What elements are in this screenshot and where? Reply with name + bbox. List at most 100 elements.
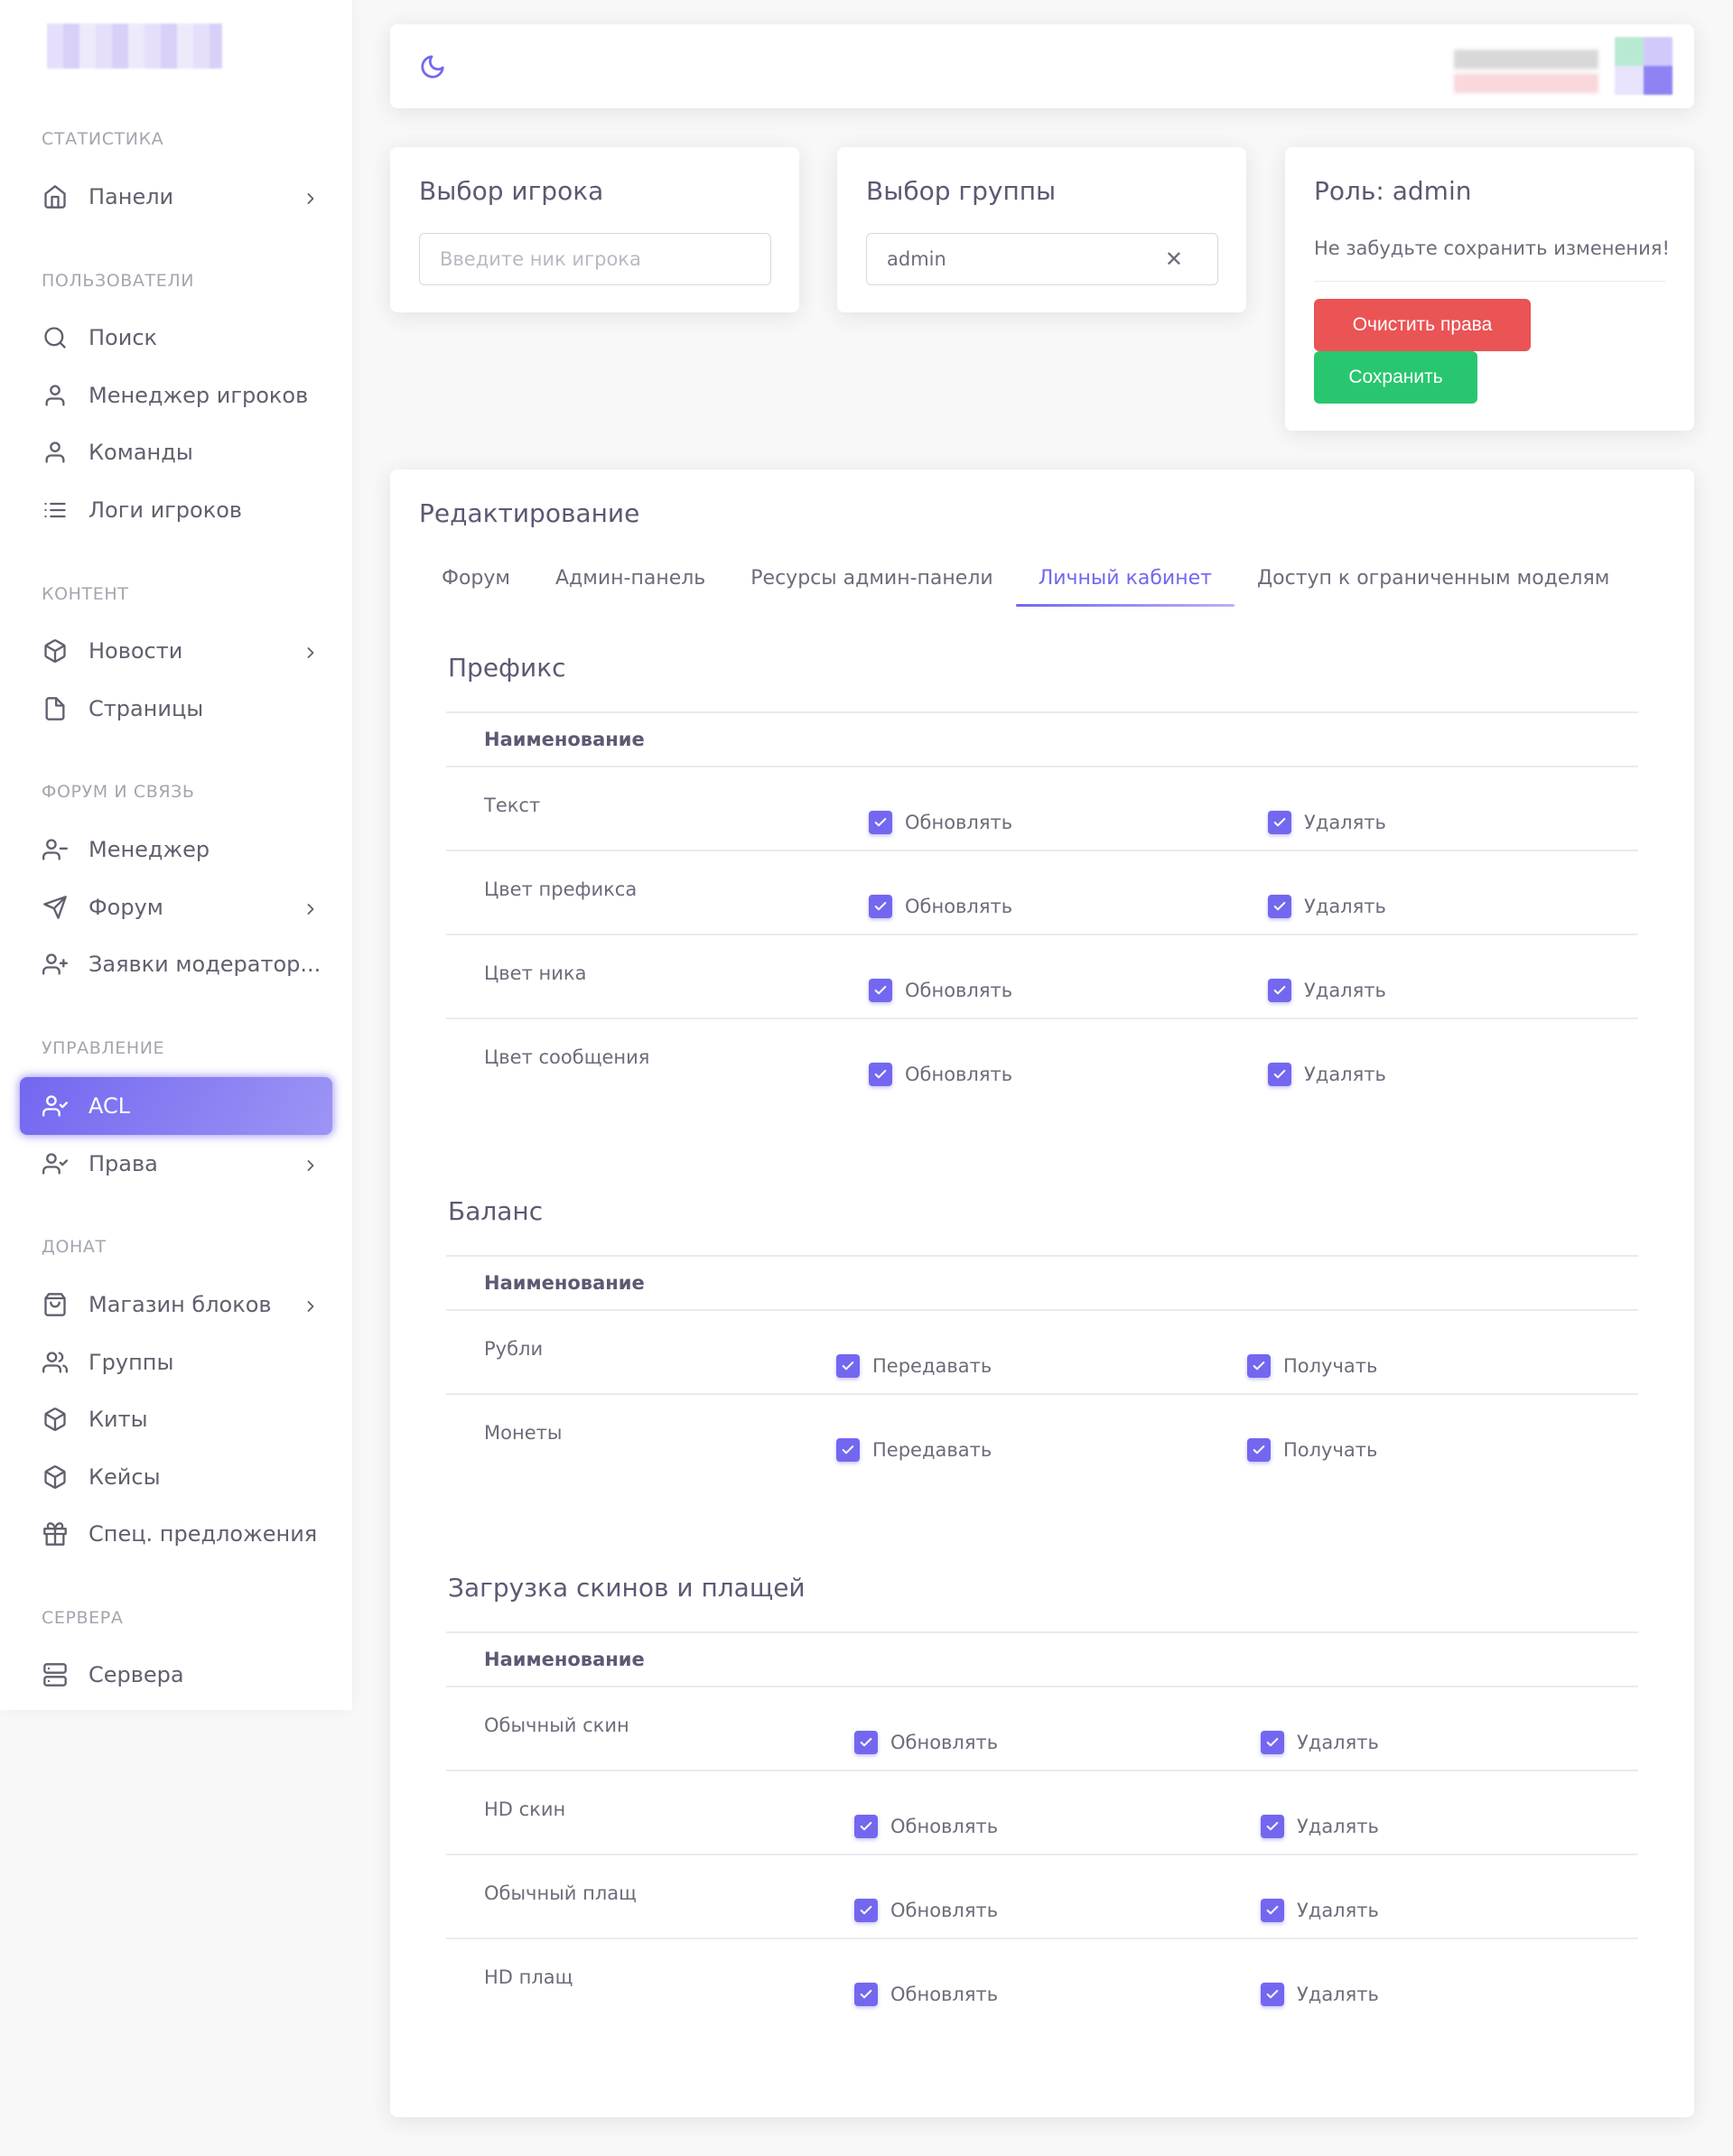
check-icon	[854, 1731, 878, 1754]
row-name: HD плащ	[484, 1966, 573, 1988]
table-row: Цвет префикса Обновлять Удалять	[446, 851, 1638, 935]
permission-checkbox[interactable]: Обновлять	[854, 1815, 998, 1838]
permission-checkbox[interactable]: Обновлять	[869, 979, 1012, 1002]
section-management: Управление	[42, 1038, 165, 1058]
sidebar-item-kits[interactable]: Киты	[20, 1390, 332, 1448]
sidebar-item-cases[interactable]: Кейсы	[20, 1448, 332, 1506]
player-select-card: Выбор игрока Введите ник игрока	[390, 147, 799, 312]
list-icon	[42, 497, 69, 524]
save-button[interactable]: Сохранить	[1314, 351, 1477, 404]
column-header: Наименование	[446, 711, 1638, 767]
tab-admin-resources[interactable]: Ресурсы админ-панели	[728, 549, 1015, 607]
avatar[interactable]	[1615, 37, 1672, 95]
sidebar-item-groups[interactable]: Группы	[20, 1334, 332, 1391]
checkbox-label: Удалять	[1304, 1064, 1386, 1085]
save-reminder: Не забудьте сохранить изменения!	[1314, 237, 1670, 259]
chevron-right-icon	[302, 1296, 320, 1314]
checkbox-label: Обновлять	[905, 1064, 1013, 1085]
section-servers: Сервера	[42, 1608, 124, 1628]
sidebar-item-moderator-requests[interactable]: Заявки модератор...	[20, 935, 332, 993]
tab-restricted-models[interactable]: Доступ к ограниченным моделям	[1235, 549, 1632, 607]
sidebar-item-news[interactable]: Новости	[20, 622, 332, 680]
sidebar-item-label: Менеджер игроков	[89, 383, 309, 408]
group-select-value: admin	[887, 248, 946, 270]
user-name-blurred[interactable]	[1454, 50, 1598, 93]
package-icon	[42, 1464, 69, 1491]
prefix-table: Наименование Текст Обновлять Удалять Цве…	[446, 711, 1638, 1103]
checkbox-label: Обновлять	[905, 812, 1013, 833]
tab-admin-panel[interactable]: Админ-панель	[533, 549, 728, 607]
checkbox-label: Удалять	[1297, 1984, 1379, 2005]
permission-checkbox[interactable]: Передавать	[836, 1438, 992, 1462]
section-forum: Форум и связь	[42, 782, 195, 802]
permission-checkbox[interactable]: Удалять	[1268, 811, 1386, 834]
sidebar-item-block-shop[interactable]: Магазин блоков	[20, 1276, 332, 1334]
users-icon	[42, 1349, 69, 1376]
user-minus-icon	[42, 836, 69, 863]
table-row: HD скин Обновлять Удалять	[446, 1771, 1638, 1855]
permission-checkbox[interactable]: Удалять	[1268, 979, 1386, 1002]
sidebar-item-pages[interactable]: Страницы	[20, 680, 332, 738]
section-title-balance: Баланс	[448, 1196, 544, 1226]
sidebar-item-acl[interactable]: ACL	[20, 1077, 332, 1135]
player-select-title: Выбор игрока	[419, 176, 604, 206]
user-icon	[42, 439, 69, 466]
sidebar-item-label: Поиск	[89, 325, 158, 350]
sidebar-item-commands[interactable]: Команды	[20, 423, 332, 481]
permission-checkbox[interactable]: Обновлять	[854, 1731, 998, 1754]
tab-forum[interactable]: Форум	[419, 549, 533, 607]
sidebar-item-label: Кейсы	[89, 1464, 161, 1490]
clear-rights-button[interactable]: Очистить права	[1314, 299, 1531, 351]
permission-checkbox[interactable]: Получать	[1247, 1354, 1377, 1378]
permission-checkbox[interactable]: Обновлять	[869, 895, 1012, 918]
clear-icon[interactable]: ✕	[1165, 246, 1183, 272]
permission-checkbox[interactable]: Обновлять	[854, 1983, 998, 2006]
sidebar-item-servers[interactable]: Сервера	[20, 1646, 332, 1704]
checkbox-label: Передавать	[872, 1439, 992, 1461]
sidebar-item-player-manager[interactable]: Менеджер игроков	[20, 367, 332, 424]
row-name: Цвет префикса	[484, 878, 638, 900]
permission-checkbox[interactable]: Удалять	[1261, 1983, 1379, 2006]
package-icon	[42, 637, 69, 664]
permission-checkbox[interactable]: Удалять	[1261, 1815, 1379, 1838]
check-icon	[869, 1063, 892, 1086]
sidebar-item-special-offers[interactable]: Спец. предложения	[20, 1505, 332, 1563]
permission-checkbox[interactable]: Удалять	[1268, 1063, 1386, 1086]
check-icon	[1261, 1983, 1284, 2006]
check-icon	[1247, 1438, 1271, 1462]
brand-logo[interactable]	[47, 23, 222, 69]
moon-icon[interactable]	[419, 53, 446, 80]
balance-table: Наименование Рубли Передавать Получать М…	[446, 1255, 1638, 1479]
sidebar-item-forum[interactable]: Форум	[20, 878, 332, 936]
group-select[interactable]: admin ✕	[866, 233, 1218, 285]
checkbox-label: Обновлять	[905, 980, 1013, 1001]
checkbox-label: Получать	[1283, 1355, 1378, 1377]
edit-card: Редактирование Форум Админ-панель Ресурс…	[390, 469, 1694, 2117]
table-row: Монеты Передавать Получать	[446, 1395, 1638, 1479]
check-icon	[1268, 979, 1291, 1002]
checkbox-label: Обновлять	[905, 896, 1013, 917]
permission-checkbox[interactable]: Удалять	[1261, 1899, 1379, 1922]
permission-checkbox[interactable]: Передавать	[836, 1354, 992, 1378]
sidebar: Статистика Панели Пользователи Поиск Мен…	[0, 0, 352, 1710]
permission-checkbox[interactable]: Удалять	[1268, 895, 1386, 918]
sidebar-item-label: Панели	[89, 184, 174, 209]
permission-checkbox[interactable]: Обновлять	[869, 811, 1012, 834]
sidebar-item-search[interactable]: Поиск	[20, 309, 332, 367]
permission-checkbox[interactable]: Получать	[1247, 1438, 1377, 1462]
checkbox-label: Передавать	[872, 1355, 992, 1377]
edit-title: Редактирование	[419, 498, 640, 528]
check-icon	[869, 979, 892, 1002]
player-nick-input[interactable]: Введите ник игрока	[419, 233, 771, 285]
sidebar-item-rights[interactable]: Права	[20, 1135, 332, 1193]
tab-personal-cabinet[interactable]: Личный кабинет	[1015, 549, 1235, 607]
permission-checkbox[interactable]: Обновлять	[854, 1899, 998, 1922]
permission-checkbox[interactable]: Обновлять	[869, 1063, 1012, 1086]
row-name: Обычный скин	[484, 1715, 629, 1736]
server-icon	[42, 1661, 69, 1688]
sidebar-item-player-logs[interactable]: Логи игроков	[20, 481, 332, 539]
permission-checkbox[interactable]: Удалять	[1261, 1731, 1379, 1754]
sidebar-item-panels[interactable]: Панели	[20, 168, 332, 226]
sidebar-item-manager[interactable]: Менеджер	[20, 821, 332, 878]
checkbox-label: Обновлять	[890, 1732, 999, 1753]
